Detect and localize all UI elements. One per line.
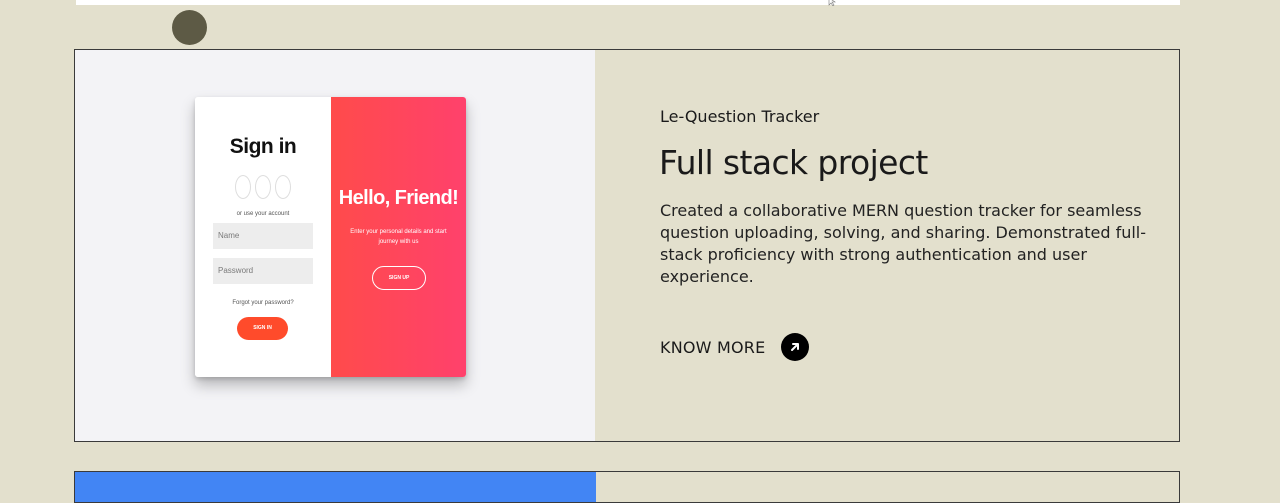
cursor-follower-dot	[172, 10, 207, 45]
project-subtitle: Le-Question Tracker	[660, 107, 820, 126]
next-project-preview	[75, 472, 596, 502]
mockup-signin-title: Sign in	[229, 135, 297, 158]
mockup-signup-button: SIGN UP	[372, 266, 426, 290]
mockup-use-account-text: or use your account	[236, 211, 290, 217]
mockup-social-icons	[235, 175, 295, 199]
social-icon	[255, 175, 271, 199]
mockup-name-field: Name	[213, 223, 313, 249]
project-preview-image: Sign in or use your account Name Passwor…	[75, 50, 595, 441]
mockup-hello-title: Hello, Friend!	[338, 187, 459, 209]
social-icon	[235, 175, 251, 199]
mouse-cursor-icon	[828, 0, 836, 6]
mockup-password-field: Password	[213, 258, 313, 284]
previous-card-bottom-edge	[76, 0, 1180, 5]
project-title: Full stack project	[659, 143, 928, 182]
arrow-up-right-icon[interactable]	[781, 333, 810, 361]
next-project-card	[74, 471, 1180, 503]
login-mockup: Sign in or use your account Name Passwor…	[195, 97, 466, 377]
mockup-forgot-password: Forgot your password?	[232, 300, 294, 306]
know-more-label: KNOW MORE	[660, 337, 766, 357]
mockup-hello-text: Enter your personal details and start jo…	[350, 229, 447, 245]
mockup-welcome-panel: Hello, Friend! Enter your personal detai…	[331, 97, 466, 377]
project-description: Created a collaborative MERN question tr…	[660, 201, 1146, 286]
mockup-signin-panel: Sign in or use your account Name Passwor…	[195, 97, 331, 377]
social-icon	[275, 175, 291, 199]
mockup-signin-button: SIGN IN	[237, 317, 288, 340]
know-more-link[interactable]: KNOW MORE	[660, 331, 810, 363]
project-card: Sign in or use your account Name Passwor…	[74, 49, 1180, 442]
